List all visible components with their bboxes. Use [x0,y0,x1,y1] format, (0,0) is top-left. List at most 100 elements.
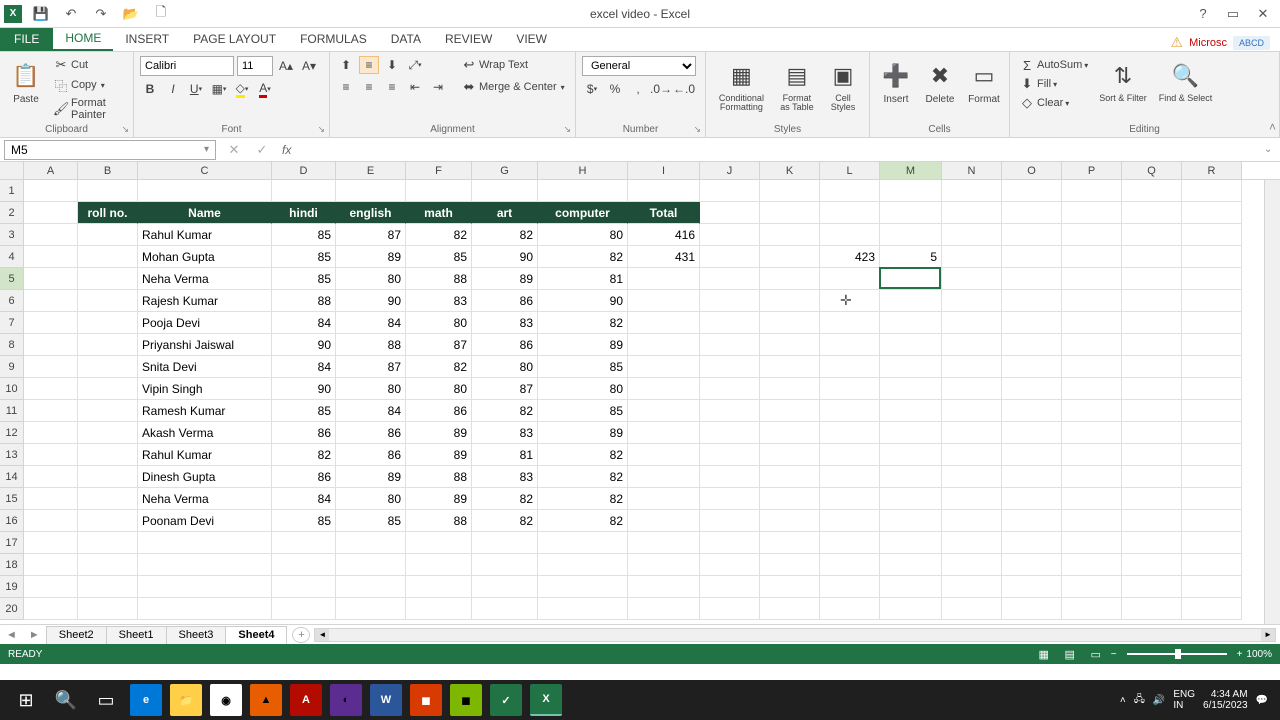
cell-R1[interactable] [1182,180,1242,202]
cell-J10[interactable] [700,378,760,400]
cell-A16[interactable] [24,510,78,532]
cell-B18[interactable] [78,554,138,576]
vertical-scrollbar[interactable] [1264,180,1280,624]
cell-R10[interactable] [1182,378,1242,400]
cell-P20[interactable] [1062,598,1122,620]
cell-O20[interactable] [1002,598,1062,620]
sheet-nav-prev[interactable]: ◄ [0,629,23,641]
cell-H17[interactable] [538,532,628,554]
cell-A2[interactable] [24,202,78,224]
view-tab[interactable]: VIEW [504,27,559,51]
cell-K17[interactable] [760,532,820,554]
cell-G12[interactable]: 83 [472,422,538,444]
cell-F6[interactable]: 83 [406,290,472,312]
cell-B3[interactable] [78,224,138,246]
cell-G16[interactable]: 82 [472,510,538,532]
cell-B8[interactable] [78,334,138,356]
cell-Q6[interactable] [1122,290,1182,312]
column-header-I[interactable]: I [628,162,700,179]
zoom-level[interactable]: 100% [1246,649,1272,660]
add-sheet-button[interactable]: + [292,627,310,643]
cell-Q1[interactable] [1122,180,1182,202]
copy-button[interactable]: ⿻Copy▾ [50,76,127,94]
taskbar-app4[interactable]: ✓ [490,684,522,716]
normal-view-button[interactable]: ▦ [1033,646,1055,662]
cell-R8[interactable] [1182,334,1242,356]
cell-R13[interactable] [1182,444,1242,466]
cell-M15[interactable] [880,488,942,510]
cell-K10[interactable] [760,378,820,400]
cell-P10[interactable] [1062,378,1122,400]
cell-M3[interactable] [880,224,942,246]
cell-L1[interactable] [820,180,880,202]
zoom-out-button[interactable]: − [1111,649,1117,660]
cell-J6[interactable] [700,290,760,312]
cell-I17[interactable] [628,532,700,554]
cell-N3[interactable] [942,224,1002,246]
cell-J3[interactable] [700,224,760,246]
column-header-C[interactable]: C [138,162,272,179]
cell-B20[interactable] [78,598,138,620]
cell-K9[interactable] [760,356,820,378]
cell-G13[interactable]: 81 [472,444,538,466]
cell-D10[interactable]: 90 [272,378,336,400]
cell-B17[interactable] [78,532,138,554]
cell-E1[interactable] [336,180,406,202]
increase-font-button[interactable]: A▴ [276,57,296,75]
number-launcher[interactable]: ↘ [693,124,701,135]
cell-M4[interactable]: 5 [880,246,942,268]
cell-Q20[interactable] [1122,598,1182,620]
data-tab[interactable]: DATA [379,27,433,51]
cell-A14[interactable] [24,466,78,488]
cell-F20[interactable] [406,598,472,620]
column-header-K[interactable]: K [760,162,820,179]
cell-L4[interactable]: 423 [820,246,880,268]
sort-filter-button[interactable]: ⇅Sort & Filter [1095,56,1151,107]
cell-I7[interactable] [628,312,700,334]
page-layout-tab[interactable]: PAGE LAYOUT [181,27,288,51]
cell-J16[interactable] [700,510,760,532]
cell-R14[interactable] [1182,466,1242,488]
cell-K12[interactable] [760,422,820,444]
cell-H1[interactable] [538,180,628,202]
percent-button[interactable]: % [605,80,625,98]
row-header-9[interactable]: 9 [0,356,24,378]
cell-D20[interactable] [272,598,336,620]
cell-E10[interactable]: 80 [336,378,406,400]
cell-E11[interactable]: 84 [336,400,406,422]
cell-C15[interactable]: Neha Verma [138,488,272,510]
expand-formula-bar-button[interactable]: ⌄ [1264,144,1280,155]
cell-H3[interactable]: 80 [538,224,628,246]
cell-N1[interactable] [942,180,1002,202]
formula-input[interactable] [297,140,1264,160]
cell-P9[interactable] [1062,356,1122,378]
cell-E12[interactable]: 86 [336,422,406,444]
search-button[interactable]: 🔍 [46,682,86,718]
column-header-D[interactable]: D [272,162,336,179]
row-header-6[interactable]: 6 [0,290,24,312]
row-header-17[interactable]: 17 [0,532,24,554]
cell-P2[interactable] [1062,202,1122,224]
row-header-11[interactable]: 11 [0,400,24,422]
cell-B12[interactable] [78,422,138,444]
cell-P6[interactable] [1062,290,1122,312]
increase-indent-button[interactable]: ⇥ [428,78,448,96]
cell-A5[interactable] [24,268,78,290]
column-header-B[interactable]: B [78,162,138,179]
cell-H8[interactable]: 89 [538,334,628,356]
cell-I6[interactable] [628,290,700,312]
cell-J13[interactable] [700,444,760,466]
close-button[interactable]: ✕ [1250,3,1276,25]
column-header-N[interactable]: N [942,162,1002,179]
cell-N16[interactable] [942,510,1002,532]
task-view-button[interactable]: ▭ [86,682,126,718]
cell-D16[interactable]: 85 [272,510,336,532]
cell-M9[interactable] [880,356,942,378]
cell-R2[interactable] [1182,202,1242,224]
row-header-4[interactable]: 4 [0,246,24,268]
cell-H19[interactable] [538,576,628,598]
qat-save-button[interactable]: 💾 [30,3,52,25]
row-header-12[interactable]: 12 [0,422,24,444]
increase-decimal-button[interactable]: .0→ [651,80,671,98]
cell-G17[interactable] [472,532,538,554]
